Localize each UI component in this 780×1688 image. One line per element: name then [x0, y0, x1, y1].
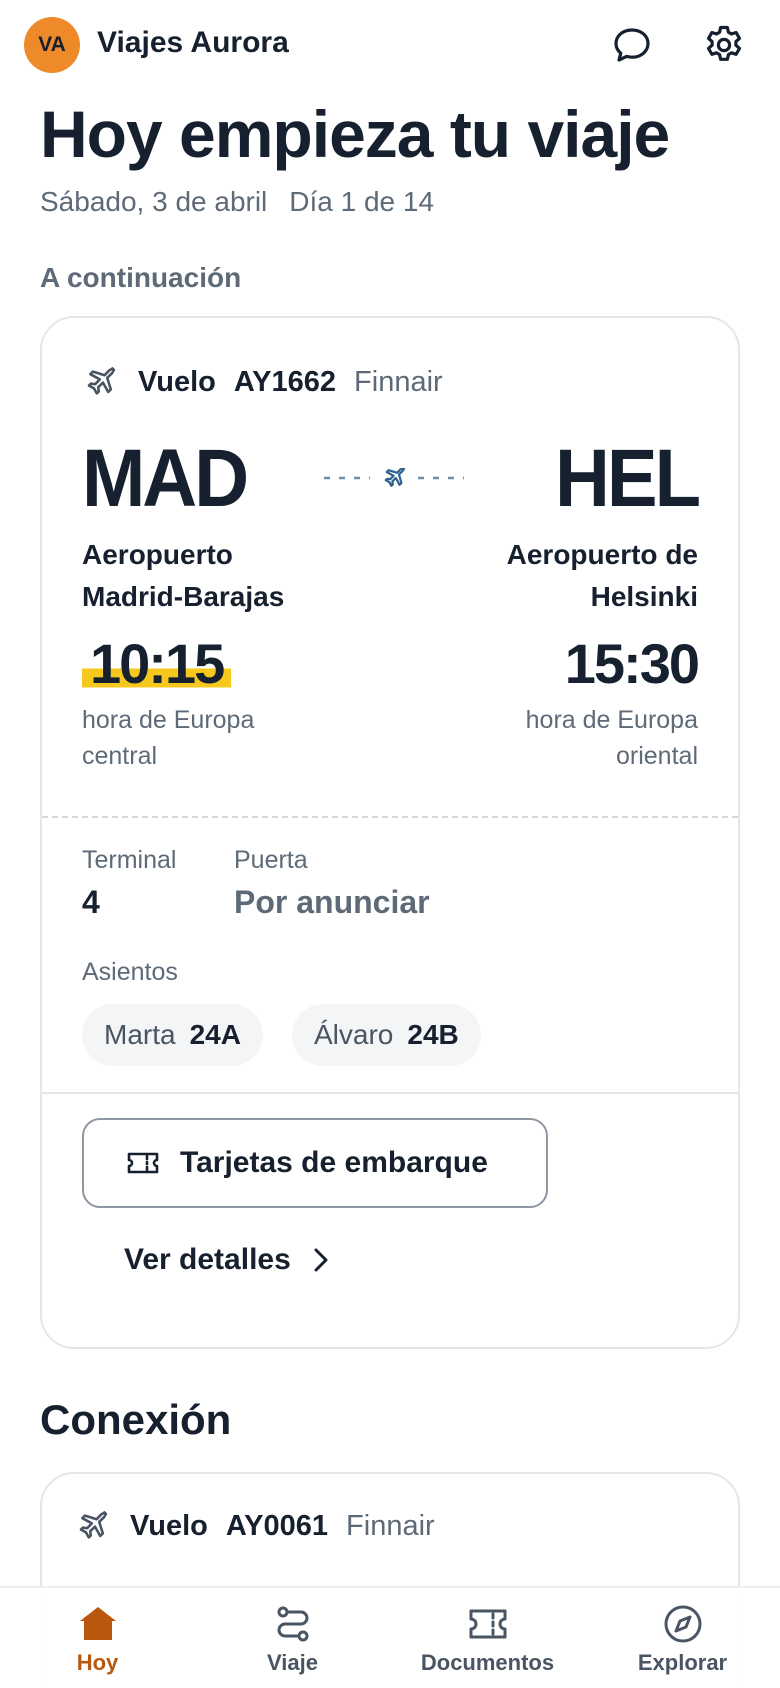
gear-icon[interactable] — [699, 20, 749, 70]
origin-airport-line2: Madrid-Barajas — [82, 581, 285, 612]
flight-label: Vuelo — [130, 1509, 208, 1542]
compass-icon — [664, 1605, 701, 1643]
gate-label: Puerta — [234, 846, 308, 874]
home-icon — [79, 1607, 116, 1640]
view-details-link[interactable]: Ver detalles — [124, 1230, 329, 1290]
page-title: Hoy empieza tu viaje — [40, 97, 670, 171]
arrival-tz-line2: oriental — [616, 742, 698, 770]
ticket-icon — [469, 1609, 506, 1639]
chat-icon[interactable] — [607, 20, 657, 70]
origin-airport: Aeropuerto Madrid-Barajas — [82, 534, 342, 618]
seats-label: Asientos — [82, 958, 178, 986]
route-icon — [277, 1606, 308, 1642]
view-details-label: Ver detalles — [124, 1243, 291, 1276]
seat-passenger: Marta — [104, 1019, 176, 1050]
seat-number: 24A — [189, 1019, 241, 1050]
arrival-timezone: hora de Europa oriental — [438, 702, 698, 774]
plane-icon — [79, 1511, 108, 1539]
seat-number: 24B — [407, 1019, 459, 1050]
divider — [42, 1092, 738, 1094]
nav-item-hoy[interactable]: Hoy — [0, 1588, 195, 1688]
flight-card: Vuelo AY1662 Finnair MAD HEL Aeropuerto … — [40, 316, 740, 1349]
route-plane-icon — [384, 466, 406, 487]
avatar[interactable]: VA — [24, 17, 80, 73]
trip-day-counter: Día 1 de 14 — [289, 186, 435, 217]
flight-header: Vuelo AY1662 Finnair — [84, 362, 443, 402]
destination-airport: Aeropuerto de Helsinki — [438, 534, 698, 618]
nav-item-explorar[interactable]: Explorar — [585, 1588, 780, 1688]
destination-airport-line1: Aeropuerto de — [506, 539, 698, 570]
departure-tz-line1: hora de Europa — [82, 706, 255, 734]
origin-code: MAD — [82, 432, 249, 525]
gate-value: Por anunciar — [234, 884, 430, 920]
brand-name: Viajes Aurora — [97, 26, 289, 59]
arrival-time: 15:30 — [564, 632, 700, 695]
origin-airport-line1: Aeropuerto — [82, 539, 233, 570]
trip-date: Sábado, 3 de abril — [40, 186, 268, 217]
departure-time: 10:15 — [82, 636, 232, 692]
nav-label: Explorar — [637, 1650, 728, 1675]
nav-label: Viaje — [267, 1650, 318, 1675]
departure-timezone: hora de Europa central — [82, 702, 342, 774]
flight-label: Vuelo — [138, 365, 216, 398]
boarding-passes-label: Tarjetas de embarque — [180, 1146, 488, 1179]
ticket-icon — [127, 1152, 159, 1174]
connection-title: Conexión — [40, 1396, 232, 1443]
destination-airport-line2: Helsinki — [590, 581, 698, 612]
top-bar: VA Viajes Aurora — [0, 0, 780, 90]
airline-name: Finnair — [346, 1509, 435, 1542]
next-section-label: A continuación — [40, 262, 242, 293]
chevron-right-icon — [314, 1248, 328, 1272]
nav-item-documentos[interactable]: Documentos — [390, 1588, 585, 1688]
route-line — [324, 466, 464, 488]
flight-number: AY0061 — [225, 1509, 329, 1542]
airline-name: Finnair — [354, 365, 443, 398]
connection-flight-header: Vuelo AY0061 Finnair — [76, 1506, 435, 1546]
terminal-value: 4 — [82, 884, 100, 920]
plane-icon — [87, 367, 116, 395]
arrival-tz-line1: hora de Europa — [525, 706, 698, 734]
nav-label: Hoy — [76, 1650, 119, 1675]
dashed-divider — [42, 816, 738, 818]
trip-date-line: Sábado, 3 de abril Día 1 de 14 — [40, 186, 434, 218]
destination-code: HEL — [555, 432, 701, 525]
departure-tz-line2: central — [82, 742, 158, 770]
nav-item-viaje[interactable]: Viaje — [195, 1588, 390, 1688]
bottom-nav: Hoy Viaje Documentos Explorar — [0, 1586, 780, 1688]
seat-chip: Marta 24A — [82, 1004, 263, 1066]
seat-passenger: Álvaro — [314, 1019, 394, 1050]
nav-label: Documentos — [420, 1650, 555, 1675]
boarding-passes-button[interactable]: Tarjetas de embarque — [82, 1118, 548, 1208]
seat-chip: Álvaro 24B — [292, 1004, 481, 1066]
flight-number: AY1662 — [233, 365, 337, 398]
terminal-label: Terminal — [82, 846, 177, 874]
